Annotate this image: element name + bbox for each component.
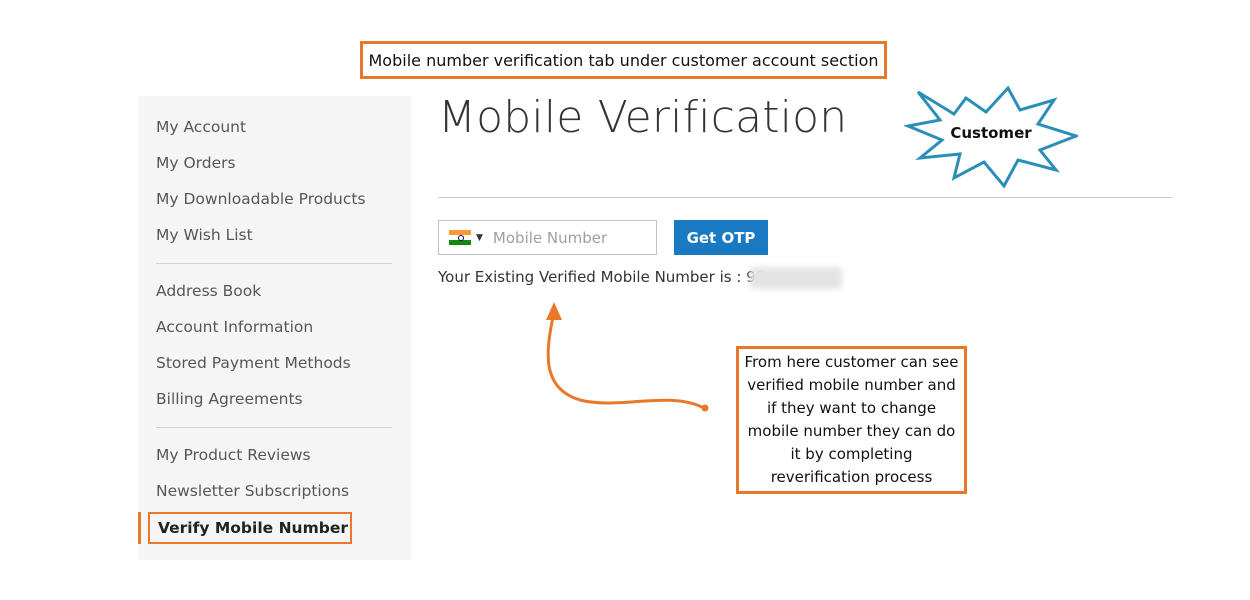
mobile-number-input[interactable] <box>492 228 638 247</box>
sidebar-item-account-information[interactable]: Account Information <box>156 318 313 336</box>
page-title: Mobile Verification <box>438 92 848 143</box>
sidebar-item-downloadable-products[interactable]: My Downloadable Products <box>156 190 366 208</box>
sidebar-item-address-book[interactable]: Address Book <box>156 282 261 300</box>
sidebar-divider <box>156 427 392 428</box>
sidebar-item-my-orders[interactable]: My Orders <box>156 154 236 172</box>
sidebar-item-newsletter-subscriptions[interactable]: Newsletter Subscriptions <box>156 482 349 500</box>
note-annotation-text: From here customer can see verified mobi… <box>744 353 959 486</box>
account-sidebar: My Account My Orders My Downloadable Pro… <box>138 96 411 560</box>
active-item-indicator <box>138 512 141 544</box>
get-otp-button[interactable]: Get OTP <box>674 220 768 255</box>
customer-badge-label: Customer <box>950 124 1032 142</box>
redacted-number <box>750 267 842 289</box>
note-annotation-callout: From here customer can see verified mobi… <box>736 346 967 494</box>
sidebar-item-wish-list[interactable]: My Wish List <box>156 226 253 244</box>
sidebar-item-billing-agreements[interactable]: Billing Agreements <box>156 390 303 408</box>
india-flag-icon[interactable] <box>449 230 471 245</box>
top-annotation-callout: Mobile number verification tab under cus… <box>360 41 887 79</box>
mobile-number-field: ▼ <box>438 220 657 255</box>
sidebar-item-stored-payment-methods[interactable]: Stored Payment Methods <box>156 354 351 372</box>
top-annotation-text: Mobile number verification tab under cus… <box>368 50 879 70</box>
sidebar-divider <box>156 263 392 264</box>
chevron-down-icon[interactable]: ▼ <box>476 233 483 243</box>
annotation-arrow-icon <box>546 302 709 412</box>
verified-number-text: Your Existing Verified Mobile Number is … <box>438 268 766 286</box>
sidebar-item-my-account[interactable]: My Account <box>156 118 246 136</box>
sidebar-item-verify-mobile-number[interactable]: Verify Mobile Number <box>148 512 352 544</box>
title-divider <box>438 197 1172 198</box>
sidebar-item-product-reviews[interactable]: My Product Reviews <box>156 446 311 464</box>
